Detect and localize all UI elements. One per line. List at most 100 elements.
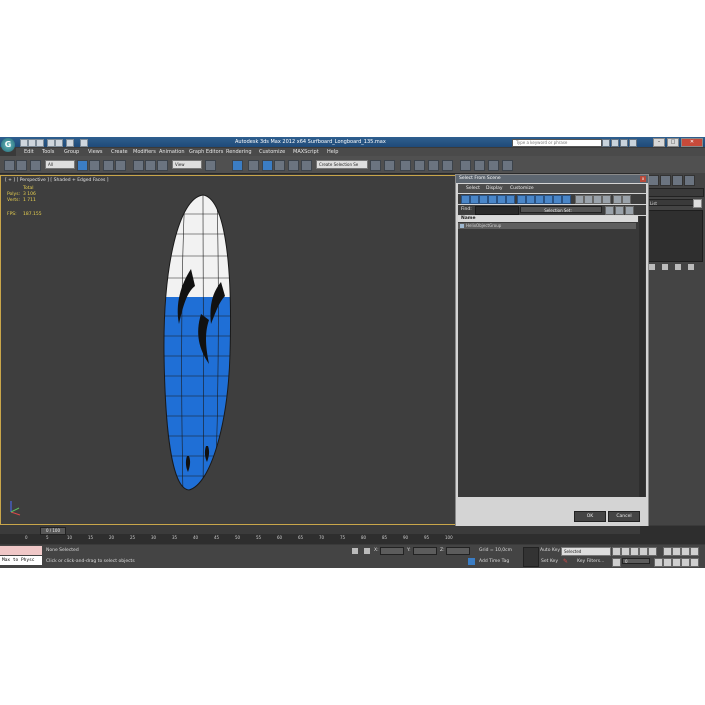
menu-graph-editors[interactable]: Graph Editors <box>189 149 223 155</box>
bind-space-warp-icon[interactable] <box>30 160 41 171</box>
rendered-frame-window-icon[interactable] <box>488 160 499 171</box>
select-move-icon[interactable] <box>133 160 144 171</box>
sync-selection-icon[interactable] <box>602 195 611 204</box>
angle-snap-icon[interactable] <box>262 160 273 171</box>
open-file-icon[interactable] <box>28 139 36 147</box>
hold-icon[interactable] <box>66 139 74 147</box>
material-editor-icon[interactable] <box>460 160 471 171</box>
cancel-button[interactable]: Cancel <box>608 511 640 522</box>
render-setup-icon[interactable] <box>474 160 485 171</box>
modifier-stack[interactable] <box>645 210 703 262</box>
help-icon[interactable] <box>629 139 637 147</box>
display-all-icon[interactable] <box>575 195 584 204</box>
key-mode-toggle-icon[interactable] <box>612 558 621 567</box>
display-frozen-icon[interactable] <box>553 195 562 204</box>
play-icon[interactable] <box>630 547 639 556</box>
find-input[interactable] <box>475 206 519 215</box>
advanced-filter-icon[interactable] <box>622 195 631 204</box>
surfboard-model[interactable] <box>151 194 241 494</box>
pin-stack-icon[interactable] <box>649 264 655 270</box>
communication-center-icon[interactable] <box>611 139 619 147</box>
menu-maxscript[interactable]: MAXScript <box>293 149 319 155</box>
zoom-extents-all-icon[interactable] <box>690 547 699 556</box>
display-cameras-icon[interactable] <box>488 195 497 204</box>
snaps-toggle-icon[interactable] <box>248 160 259 171</box>
column-header-name[interactable]: Name <box>458 216 638 222</box>
menu-rendering[interactable]: Rendering <box>226 149 252 155</box>
menu-animation[interactable]: Animation <box>159 149 185 155</box>
y-coordinate-field[interactable] <box>413 547 437 555</box>
set-key-mode-icon[interactable] <box>523 547 539 567</box>
pivot-center-icon[interactable] <box>205 160 216 171</box>
render-production-icon[interactable] <box>502 160 513 171</box>
maximize-button[interactable]: □ <box>667 138 679 147</box>
auto-key-button[interactable]: Auto Key <box>540 548 560 553</box>
select-by-name-icon[interactable] <box>89 160 100 171</box>
remove-from-selection-set-icon[interactable] <box>625 206 634 215</box>
key-icon[interactable]: ✎ <box>563 558 572 565</box>
maxscript-listener-macro[interactable] <box>0 546 42 555</box>
display-lights-icon[interactable] <box>479 195 488 204</box>
select-object-icon[interactable] <box>77 160 88 171</box>
list-scrollbar[interactable] <box>639 216 645 497</box>
key-filters-button[interactable]: Key Filters... <box>577 559 604 564</box>
time-slider[interactable]: 0 / 100 <box>0 526 640 535</box>
zoom-icon[interactable] <box>663 547 672 556</box>
display-hidden-icon[interactable] <box>562 195 571 204</box>
time-slider-handle[interactable]: 0 / 100 <box>40 527 66 535</box>
motion-tab-icon[interactable] <box>684 175 695 186</box>
menu-group[interactable]: Group <box>64 149 79 155</box>
maxscript-listener-input[interactable]: Max to Physc <box>0 556 42 565</box>
percent-snap-icon[interactable] <box>274 160 285 171</box>
select-link-icon[interactable] <box>4 160 15 171</box>
menu-edit[interactable]: Edit <box>24 149 34 155</box>
ok-button[interactable]: OK <box>574 511 606 522</box>
previous-frame-icon[interactable] <box>621 547 630 556</box>
select-rotate-icon[interactable] <box>145 160 156 171</box>
project-folder-icon[interactable] <box>80 139 88 147</box>
display-xrefs-icon[interactable] <box>526 195 535 204</box>
set-key-button[interactable]: Set Key <box>541 559 558 564</box>
add-to-selection-set-icon[interactable] <box>615 206 624 215</box>
invert-display-icon[interactable] <box>593 195 602 204</box>
hierarchy-tab-icon[interactable] <box>672 175 683 186</box>
display-shapes-icon[interactable] <box>470 195 479 204</box>
zoom-all-icon[interactable] <box>672 547 681 556</box>
pan-view-icon[interactable] <box>672 558 681 567</box>
list-item[interactable]: HelixObjectGroup <box>458 223 636 229</box>
create-tab-icon[interactable] <box>648 175 659 186</box>
create-selection-set-icon[interactable] <box>605 206 614 215</box>
next-frame-icon[interactable] <box>639 547 648 556</box>
schematic-view-icon[interactable] <box>442 160 453 171</box>
favorites-icon[interactable] <box>620 139 628 147</box>
undo-icon[interactable] <box>47 139 55 147</box>
select-scale-icon[interactable] <box>157 160 168 171</box>
time-configuration-icon[interactable] <box>654 558 663 567</box>
edit-named-selection-icon[interactable] <box>301 160 312 171</box>
object-name-field[interactable] <box>645 188 704 197</box>
absolute-mode-icon[interactable] <box>364 548 370 554</box>
current-frame-field[interactable]: 0 <box>622 558 650 564</box>
scene-object-list[interactable]: Name HelixObjectGroup <box>458 216 646 497</box>
graphite-ribbon-icon[interactable] <box>414 160 425 171</box>
selection-filter-dropdown[interactable]: All <box>45 160 75 169</box>
display-space-warps-icon[interactable] <box>506 195 515 204</box>
reference-coordinate-dropdown[interactable]: View <box>172 160 202 169</box>
field-of-view-icon[interactable] <box>663 558 672 567</box>
named-selection-sets-dropdown[interactable]: Create Selection Se <box>316 160 368 169</box>
curve-editor-icon[interactable] <box>428 160 439 171</box>
redo-icon[interactable] <box>55 139 63 147</box>
window-crossing-icon[interactable] <box>115 160 126 171</box>
rectangular-selection-icon[interactable] <box>103 160 114 171</box>
new-file-icon[interactable] <box>20 139 28 147</box>
remove-modifier-icon[interactable] <box>688 264 694 270</box>
key-selection-dropdown[interactable]: Selected <box>561 547 611 556</box>
track-bar[interactable]: 0 5 10 15 20 25 30 35 40 45 50 55 60 65 … <box>25 535 585 543</box>
add-time-tag[interactable]: Add Time Tag <box>479 559 509 564</box>
dialog-menu-display[interactable]: Display <box>486 186 503 191</box>
display-none-icon[interactable] <box>584 195 593 204</box>
layer-manager-icon[interactable] <box>400 160 411 171</box>
go-to-end-icon[interactable] <box>648 547 657 556</box>
app-logo-icon[interactable]: G <box>1 138 15 152</box>
unlink-icon[interactable] <box>16 160 27 171</box>
